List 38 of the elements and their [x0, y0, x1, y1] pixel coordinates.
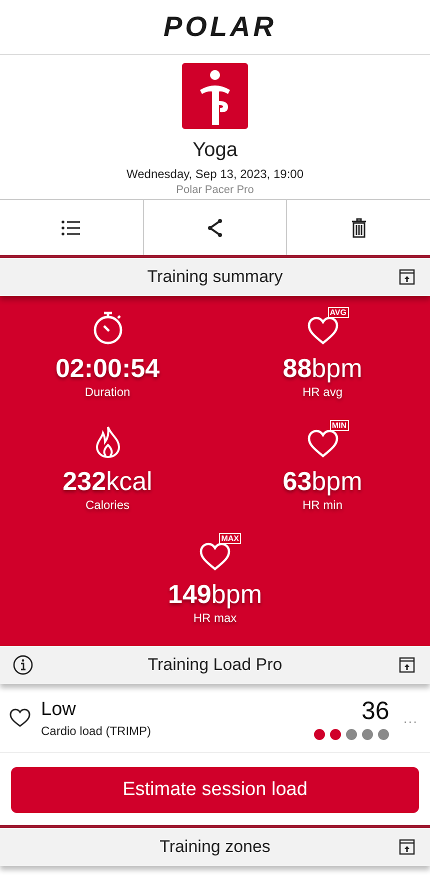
stat-label: HR min	[302, 498, 342, 512]
collapse-icon[interactable]	[399, 657, 415, 673]
collapse-icon[interactable]	[399, 269, 415, 285]
stat-label: HR avg	[302, 385, 342, 399]
load-value: 36	[362, 696, 390, 724]
section-title: Training Load Pro	[146, 655, 284, 675]
heart-badge: MAX	[219, 533, 241, 544]
sport-title: Yoga	[192, 139, 238, 162]
collapse-icon[interactable]	[399, 839, 415, 855]
heart-badge: AVG	[328, 307, 348, 318]
stat-value: 63bpm	[282, 465, 362, 497]
stat-value: 149bpm	[168, 578, 262, 610]
heart-icon	[9, 708, 31, 728]
load-caption: Cardio load (TRIMP)	[41, 724, 152, 738]
heart-icon	[306, 429, 338, 459]
stat-label: HR max	[193, 611, 237, 625]
section-title: Training zones	[158, 837, 272, 857]
heart-badge: MIN	[330, 420, 348, 431]
yoga-pose-icon	[182, 63, 248, 129]
share-icon	[207, 218, 223, 236]
info-icon[interactable]	[13, 655, 33, 675]
heart-icon	[199, 542, 231, 572]
stat-value: 88bpm	[282, 352, 362, 384]
flame-icon	[94, 425, 120, 459]
stat-label: Duration	[84, 385, 130, 399]
load-level: Low	[41, 698, 77, 720]
heart-icon	[306, 316, 338, 346]
session-datetime: Wednesday, Sep 13, 2023, 19:00	[126, 167, 304, 181]
delete-icon	[350, 218, 367, 238]
stat-value: 232kcal	[62, 465, 152, 497]
brand-logo: POLAR	[164, 11, 276, 43]
list-icon	[61, 220, 82, 236]
stat-label: Calories	[85, 498, 130, 512]
section-title: Training summary	[146, 267, 284, 287]
more-button[interactable]: ...	[403, 710, 418, 726]
estimate-button[interactable]: Estimate session load	[11, 767, 419, 813]
device-name: Polar Pacer Pro	[176, 184, 254, 196]
stat-value: 02:00:54	[55, 352, 160, 384]
